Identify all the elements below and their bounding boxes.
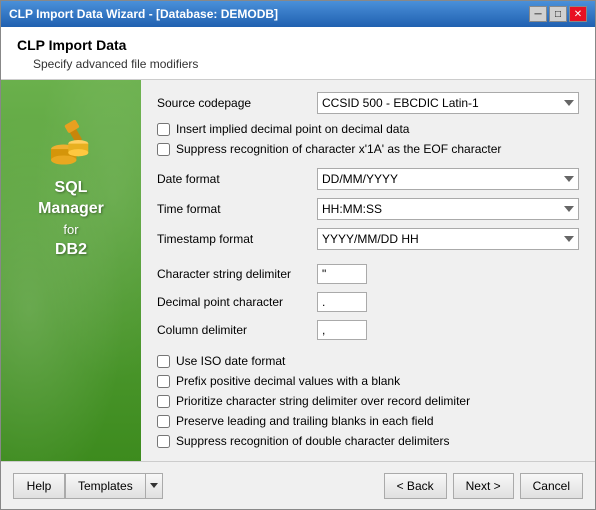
preserve-blanks-label: Preserve leading and trailing blanks in … bbox=[176, 414, 434, 428]
next-button[interactable]: Next > bbox=[453, 473, 514, 499]
date-format-row: Date format DD/MM/YYYY bbox=[157, 168, 579, 190]
minimize-button[interactable]: ─ bbox=[529, 6, 547, 22]
iso-date-checkbox[interactable] bbox=[157, 355, 170, 368]
preserve-blanks-row: Preserve leading and trailing blanks in … bbox=[157, 414, 579, 428]
timestamp-format-control: YYYY/MM/DD HH bbox=[317, 228, 579, 250]
main-window: CLP Import Data Wizard - [Database: DEMO… bbox=[0, 0, 596, 510]
char-string-delim-row: Character string delimiter bbox=[157, 264, 579, 284]
char-string-delim-input[interactable] bbox=[317, 264, 367, 284]
iso-date-label: Use ISO date format bbox=[176, 354, 285, 368]
time-format-select[interactable]: HH:MM:SS bbox=[317, 198, 579, 220]
suppress-double-row: Suppress recognition of double character… bbox=[157, 434, 579, 448]
cancel-button[interactable]: Cancel bbox=[520, 473, 583, 499]
timestamp-format-row: Timestamp format YYYY/MM/DD HH bbox=[157, 228, 579, 250]
main-content: SQL Manager for DB2 Source codepage CCSI… bbox=[1, 80, 595, 461]
implied-decimal-row: Insert implied decimal point on decimal … bbox=[157, 122, 579, 136]
help-button[interactable]: Help bbox=[13, 473, 65, 499]
decimal-point-label: Decimal point character bbox=[157, 295, 317, 309]
templates-button[interactable]: Templates bbox=[65, 473, 145, 499]
implied-decimal-label: Insert implied decimal point on decimal … bbox=[176, 122, 409, 136]
decimal-point-input[interactable] bbox=[317, 292, 367, 312]
footer-left: Help Templates bbox=[13, 473, 163, 499]
eof-char-label: Suppress recognition of character x'1A' … bbox=[176, 142, 501, 156]
source-codepage-select[interactable]: CCSID 500 - EBCDIC Latin-1 bbox=[317, 92, 579, 114]
footer-right: < Back Next > Cancel bbox=[384, 473, 583, 499]
timestamp-format-select[interactable]: YYYY/MM/DD HH bbox=[317, 228, 579, 250]
implied-decimal-checkbox[interactable] bbox=[157, 123, 170, 136]
preserve-blanks-checkbox[interactable] bbox=[157, 415, 170, 428]
prioritize-char-row: Prioritize character string delimiter ov… bbox=[157, 394, 579, 408]
timestamp-format-label: Timestamp format bbox=[157, 232, 317, 246]
close-button[interactable]: ✕ bbox=[569, 6, 587, 22]
time-format-control: HH:MM:SS bbox=[317, 198, 579, 220]
suppress-double-label: Suppress recognition of double character… bbox=[176, 434, 449, 448]
templates-dropdown-button[interactable] bbox=[145, 473, 163, 499]
prioritize-char-checkbox[interactable] bbox=[157, 395, 170, 408]
page-title: CLP Import Data bbox=[17, 37, 579, 53]
sidebar-text: SQL Manager for DB2 bbox=[38, 178, 104, 261]
source-codepage-row: Source codepage CCSID 500 - EBCDIC Latin… bbox=[157, 92, 579, 114]
source-codepage-label: Source codepage bbox=[157, 96, 317, 110]
header-section: CLP Import Data Specify advanced file mo… bbox=[1, 27, 595, 80]
title-bar: CLP Import Data Wizard - [Database: DEMO… bbox=[1, 1, 595, 27]
prioritize-char-label: Prioritize character string delimiter ov… bbox=[176, 394, 470, 408]
prefix-positive-label: Prefix positive decimal values with a bl… bbox=[176, 374, 400, 388]
date-format-label: Date format bbox=[157, 172, 317, 186]
decimal-point-row: Decimal point character bbox=[157, 292, 579, 312]
chevron-down-icon bbox=[150, 483, 158, 488]
sidebar: SQL Manager for DB2 bbox=[1, 80, 141, 461]
time-format-label: Time format bbox=[157, 202, 317, 216]
form-section: Source codepage CCSID 500 - EBCDIC Latin… bbox=[141, 80, 595, 461]
page-subtitle: Specify advanced file modifiers bbox=[33, 57, 579, 71]
prefix-positive-row: Prefix positive decimal values with a bl… bbox=[157, 374, 579, 388]
back-button[interactable]: < Back bbox=[384, 473, 447, 499]
iso-date-row: Use ISO date format bbox=[157, 354, 579, 368]
date-format-select[interactable]: DD/MM/YYYY bbox=[317, 168, 579, 190]
column-delim-label: Column delimiter bbox=[157, 323, 317, 337]
prefix-positive-checkbox[interactable] bbox=[157, 375, 170, 388]
source-codepage-control: CCSID 500 - EBCDIC Latin-1 bbox=[317, 92, 579, 114]
time-format-row: Time format HH:MM:SS bbox=[157, 198, 579, 220]
title-bar-buttons: ─ □ ✕ bbox=[529, 6, 587, 22]
date-format-control: DD/MM/YYYY bbox=[317, 168, 579, 190]
char-string-delim-label: Character string delimiter bbox=[157, 267, 317, 281]
sidebar-logo: SQL Manager for DB2 bbox=[38, 120, 104, 261]
window-title: CLP Import Data Wizard - [Database: DEMO… bbox=[9, 7, 278, 21]
maximize-button[interactable]: □ bbox=[549, 6, 567, 22]
column-delim-row: Column delimiter bbox=[157, 320, 579, 340]
suppress-double-checkbox[interactable] bbox=[157, 435, 170, 448]
eof-char-row: Suppress recognition of character x'1A' … bbox=[157, 142, 579, 156]
footer: Help Templates < Back Next > Cancel bbox=[1, 461, 595, 509]
eof-char-checkbox[interactable] bbox=[157, 143, 170, 156]
column-delim-input[interactable] bbox=[317, 320, 367, 340]
db2-icon bbox=[41, 120, 101, 170]
